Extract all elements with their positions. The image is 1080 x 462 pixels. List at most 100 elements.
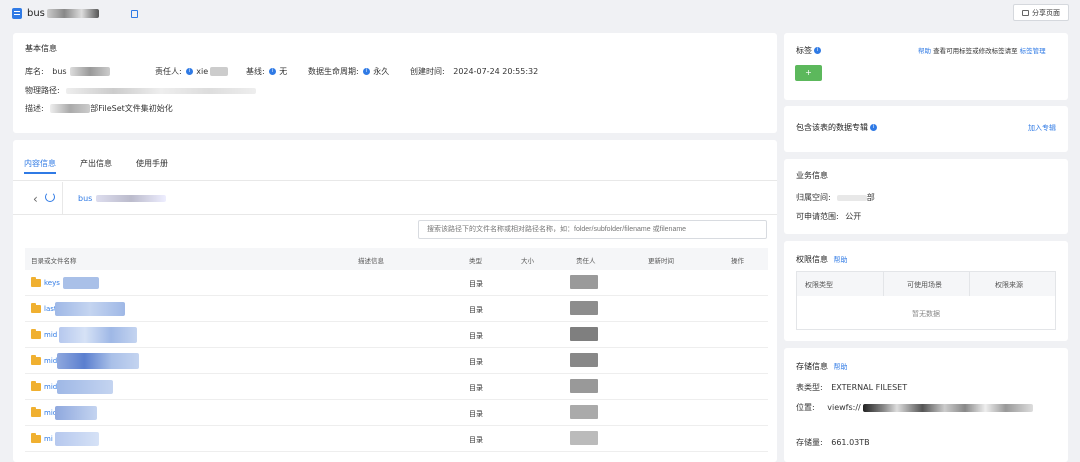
redacted-blur <box>55 432 99 446</box>
owner-blur <box>570 379 598 393</box>
redacted-blur <box>57 380 113 394</box>
permission-title: 权限信息 帮助 <box>796 255 848 264</box>
table-row[interactable]: mid 目录 <box>25 322 768 348</box>
table-row[interactable]: last 目录 <box>25 296 768 322</box>
created-time-field: 创建时间: 2024-07-24 20:55:32 <box>410 67 539 76</box>
redacted-blur <box>57 353 139 369</box>
folder-icon <box>31 329 41 339</box>
redacted-blur <box>862 403 1033 412</box>
divider <box>62 182 63 214</box>
table-row[interactable]: mi 目录 <box>25 426 768 452</box>
file-name-link[interactable]: mid <box>44 331 57 339</box>
owner-blur <box>570 353 598 367</box>
basic-info-card <box>13 33 777 133</box>
scope-field: 可申请范围: 公开 <box>796 212 862 221</box>
redacted-blur <box>59 327 137 343</box>
db-name-field: 库名: bus <box>25 66 110 77</box>
column-header: 大小 <box>521 257 534 265</box>
column-header: 类型 <box>469 257 482 265</box>
folder-icon <box>31 303 41 313</box>
description-field: 描述: 部FileSet文件集初始化 <box>25 104 173 113</box>
business-info-title: 业务信息 <box>796 171 828 180</box>
redacted-blur <box>55 406 97 420</box>
table-type-field: 表类型: EXTERNAL FILESET <box>796 383 908 392</box>
redacted-blur <box>50 104 91 113</box>
basic-info-title: 基本信息 <box>25 44 57 53</box>
tags-hint: 帮助 查看可用标签或修改标签请至 标签管理 <box>918 47 1046 55</box>
redacted-blur <box>836 194 867 201</box>
tab-output-info[interactable]: 产出信息 <box>80 158 112 169</box>
column-header: 更新时间 <box>648 257 674 265</box>
join-topic-link[interactable]: 加入专辑 <box>1028 123 1056 133</box>
info-icon[interactable]: i <box>186 68 194 75</box>
share-page-button[interactable]: 分享页面 <box>1013 4 1069 21</box>
owner-blur <box>570 275 598 289</box>
column-header: 责任人 <box>576 257 596 265</box>
info-icon[interactable]: i <box>269 68 277 75</box>
empty-state: 暂无数据 <box>912 310 940 318</box>
file-name-link[interactable]: mid <box>44 383 57 391</box>
column-header: 目录或文件名称 <box>31 257 77 265</box>
physical-path-field: 物理路径: <box>25 85 257 96</box>
redacted-blur <box>66 87 257 94</box>
divider <box>883 272 884 296</box>
table-row[interactable]: mid 目录 <box>25 374 768 400</box>
info-icon[interactable]: i <box>363 68 371 75</box>
file-name-link[interactable]: keys <box>44 279 60 287</box>
redacted-blur <box>96 195 167 202</box>
tag-management-link[interactable]: 标签管理 <box>1020 47 1046 55</box>
page-title: bus <box>27 8 99 19</box>
permission-help-link[interactable]: 帮助 <box>834 256 848 264</box>
baseline-field: 基线: i无 <box>246 67 288 76</box>
table-row[interactable]: mid 目录 <box>25 400 768 426</box>
current-path[interactable]: bus <box>78 194 167 203</box>
table-row[interactable]: keys 目录 <box>25 270 768 296</box>
file-name-link[interactable]: mid <box>44 357 57 365</box>
column-header: 操作 <box>731 257 744 265</box>
copy-icon[interactable] <box>131 10 138 18</box>
column-header: 描述信息 <box>358 257 384 265</box>
tab-content-info[interactable]: 内容信息 <box>24 158 56 169</box>
back-arrow-icon[interactable]: ‹ <box>33 192 38 206</box>
owner-blur <box>570 327 598 341</box>
tags-help-link[interactable]: 帮助 <box>918 47 931 55</box>
permission-table: 权限类型 可使用场景 权限来源 暂无数据 <box>796 271 1056 330</box>
storage-title: 存储信息 帮助 <box>796 362 848 371</box>
divider <box>13 214 777 215</box>
lifecycle-field: 数据生命周期: i 永久 <box>308 67 390 76</box>
redacted-blur <box>63 277 99 289</box>
column-header: 可使用场景 <box>907 281 942 289</box>
divider <box>13 180 777 181</box>
redacted-blur <box>46 8 99 18</box>
column-header: 权限来源 <box>995 281 1023 289</box>
storage-help-link[interactable]: 帮助 <box>834 363 848 371</box>
info-icon[interactable]: i <box>870 124 877 131</box>
redacted-blur <box>55 302 125 316</box>
file-name-link[interactable]: mi <box>44 435 53 443</box>
column-header: 权限类型 <box>805 281 833 289</box>
tags-title: 标签 i <box>796 45 824 56</box>
location-field: 位置: viewfs:// <box>796 402 1033 413</box>
divider <box>969 272 970 296</box>
owner-field: 责任人: i xie <box>155 66 229 77</box>
folder-icon <box>31 407 41 417</box>
table-row[interactable]: mid 目录 <box>25 348 768 374</box>
info-icon[interactable]: i <box>814 47 821 54</box>
folder-icon <box>31 433 41 443</box>
tab-user-manual[interactable]: 使用手册 <box>136 158 168 169</box>
topics-title: 包含该表的数据专辑 i <box>796 122 880 133</box>
file-search-input[interactable] <box>418 220 767 239</box>
folder-icon <box>31 277 41 287</box>
top-bar: bus 分享页面 <box>0 0 1080 30</box>
active-tab-indicator <box>24 172 56 174</box>
redacted-blur <box>210 67 229 76</box>
add-tag-button[interactable]: + <box>795 65 822 81</box>
owner-blur <box>570 301 598 315</box>
tags-card <box>784 33 1068 100</box>
owner-blur <box>570 405 598 419</box>
refresh-icon[interactable] <box>45 192 55 202</box>
space-field: 归属空间: 部 <box>796 193 875 202</box>
database-icon <box>12 8 22 19</box>
redacted-blur <box>69 67 110 76</box>
owner-blur <box>570 431 598 445</box>
